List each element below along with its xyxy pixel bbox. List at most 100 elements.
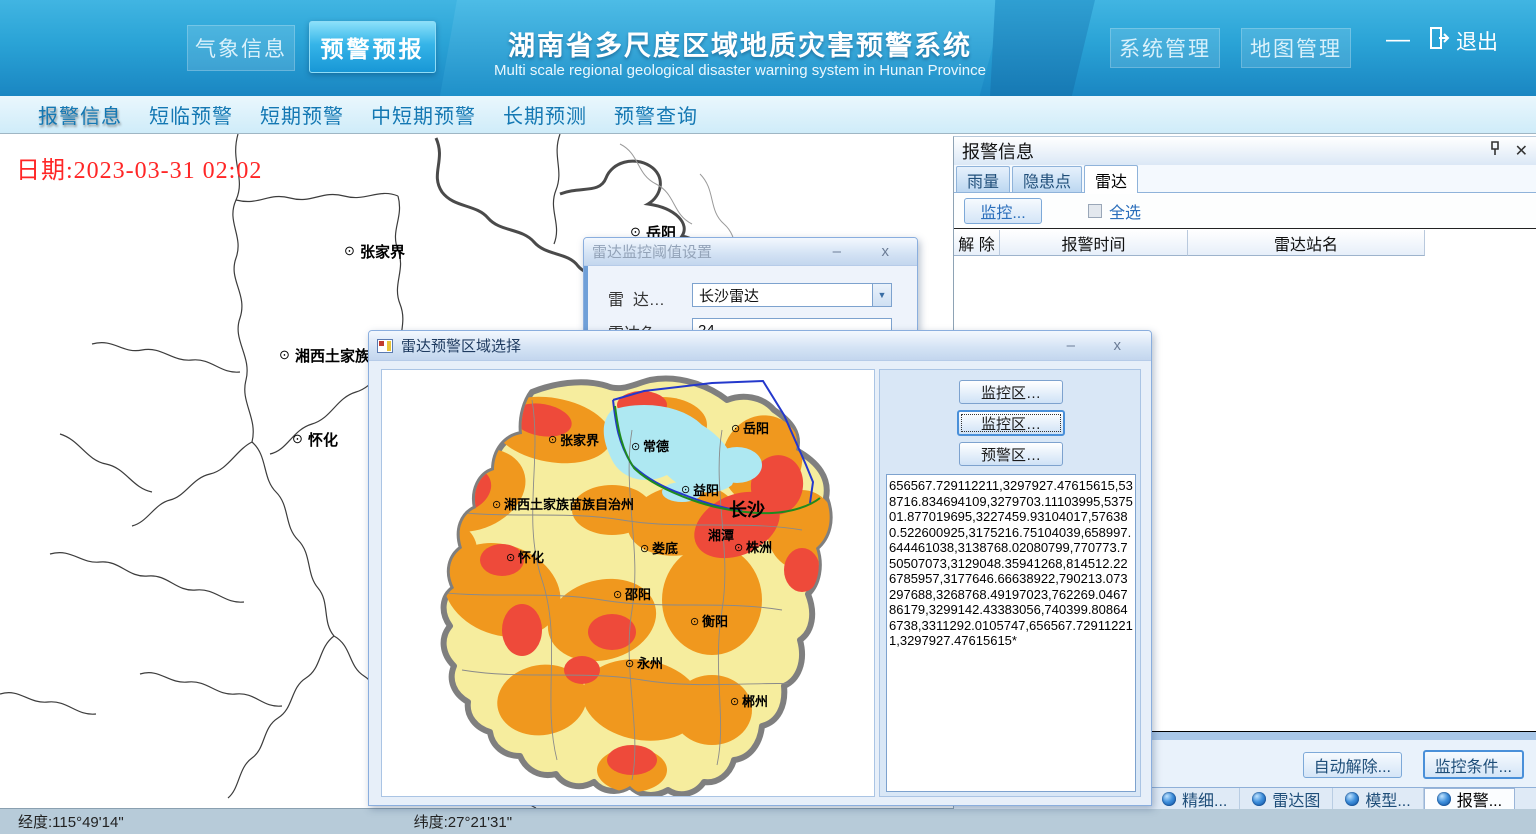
alarm-toolbar: 监控... 全选 xyxy=(954,194,1536,229)
region-coordinates-textarea[interactable]: 656567.729112211,3297927.47615615,538716… xyxy=(886,474,1136,792)
alarm-table-header: 解 除 报警时间 雷达站名 xyxy=(954,230,1536,256)
city-marker: ⊙ xyxy=(548,433,557,446)
app-subtitle: Multi scale regional geological disaster… xyxy=(455,62,1025,79)
dialog-accent-border xyxy=(584,266,588,330)
monitor-button[interactable]: 监控... xyxy=(964,198,1042,224)
warnmap-label-loudi: 娄底 xyxy=(652,538,678,557)
city-label-huaihua: 怀化 xyxy=(308,429,338,450)
city-marker: ⊙ xyxy=(492,498,501,511)
warnmap-label-yueyang: 岳阳 xyxy=(743,418,769,437)
warnmap-label-xiangxi: 湘西土家族苗族自治州 xyxy=(504,494,634,513)
city-marker: ⊙ xyxy=(625,657,634,670)
threshold-dialog-titlebar[interactable]: 雷达监控阈值设置 xyxy=(584,238,917,266)
dialog-close-icon[interactable]: x xyxy=(882,243,890,260)
app-title: 湖南省多尺度区域地质灾害预警系统 xyxy=(455,24,1025,63)
warnmap-label-changde: 常德 xyxy=(643,436,669,455)
tab-radar[interactable]: 雷达 xyxy=(1084,165,1138,193)
system-management-button[interactable]: 系统管理 xyxy=(1110,28,1220,68)
nav-item-alarm-info[interactable]: 报警信息 xyxy=(38,100,122,129)
warnmap-label-changsha: 长沙 xyxy=(729,496,765,522)
bottom-tab-label: 精细... xyxy=(1182,787,1227,811)
exit-label: 退出 xyxy=(1456,26,1498,56)
bottom-tab-fine[interactable]: 精细... xyxy=(1150,788,1240,809)
warnmap-label-huaihua: 怀化 xyxy=(518,547,544,566)
monitor-region-button-2[interactable]: 监控区… xyxy=(957,410,1065,436)
nav-item-longterm-forecast[interactable]: 长期预测 xyxy=(503,100,587,129)
select-all-label: 全选 xyxy=(1109,199,1141,223)
pin-icon[interactable] xyxy=(1489,141,1501,161)
globe-icon xyxy=(1252,792,1266,806)
dialog-minimize-icon[interactable]: – xyxy=(833,243,841,260)
globe-icon xyxy=(1345,792,1359,806)
city-marker: ⊙ xyxy=(613,588,622,601)
city-marker: ⊙ xyxy=(292,431,303,447)
alarm-panel-titlebar: 报警信息 xyxy=(954,137,1536,165)
map-management-button[interactable]: 地图管理 xyxy=(1241,28,1351,68)
city-marker: ⊙ xyxy=(640,542,649,555)
warnmap-label-chenzhou: 郴州 xyxy=(742,691,768,710)
radar-field-label: 雷 达… xyxy=(608,286,665,310)
column-radar-station[interactable]: 雷达站名 xyxy=(1188,230,1425,256)
warning-region-button[interactable]: 预警区… xyxy=(959,442,1063,466)
city-marker: ⊙ xyxy=(631,440,640,453)
status-bar: 经度:115°49'14" 纬度:27°21'31" xyxy=(0,808,1536,834)
threshold-dialog-title: 雷达监控阈值设置 xyxy=(592,241,712,262)
radar-region-dialog: 雷达预警区域选择 – x xyxy=(368,330,1152,806)
dialog-close-icon[interactable]: x xyxy=(1114,337,1122,354)
city-marker: ⊙ xyxy=(506,551,515,564)
app-header: 气象信息 预警预报 湖南省多尺度区域地质灾害预警系统 Multi scale r… xyxy=(0,0,1536,96)
radar-select-combobox[interactable]: 长沙雷达 ▼ xyxy=(692,283,892,307)
warnmap-label-zhangjiajie: 张家界 xyxy=(560,430,599,449)
nav-item-nowcast-warning[interactable]: 短临预警 xyxy=(149,100,233,129)
warning-map-panel[interactable]: ⊙ 张家界 ⊙ 常德 ⊙ 岳阳 ⊙ 益阳 长沙 ⊙ 湘西土家族苗族自治州 湘潭 … xyxy=(381,369,875,797)
weather-info-button[interactable]: 气象信息 xyxy=(187,25,295,71)
region-controls-panel: 监控区… 监控区… 预警区… 656567.729112211,3297927.… xyxy=(879,369,1141,797)
auto-release-button[interactable]: 自动解除... xyxy=(1303,752,1402,778)
select-all-checkbox[interactable] xyxy=(1088,204,1102,218)
bottom-tab-label: 报警... xyxy=(1457,787,1502,811)
warnmap-label-hengyang: 衡阳 xyxy=(702,611,728,630)
tab-hazard-points[interactable]: 隐患点 xyxy=(1012,166,1082,192)
map-date-label: 日期:2023-03-31 02:02 xyxy=(16,150,262,185)
minimize-button[interactable]: — xyxy=(1386,26,1410,54)
radar-select-value: 长沙雷达 xyxy=(699,285,872,306)
city-marker: ⊙ xyxy=(734,541,743,554)
city-marker: ⊙ xyxy=(681,483,690,496)
region-dialog-titlebar[interactable]: 雷达预警区域选择 xyxy=(369,331,1151,361)
sub-nav: 报警信息 短临预警 短期预警 中短期预警 长期预测 预警查询 xyxy=(0,96,1536,134)
warning-forecast-button[interactable]: 预警预报 xyxy=(309,21,436,73)
column-release[interactable]: 解 除 xyxy=(954,230,1000,256)
bottom-tab-alarm[interactable]: 报警... xyxy=(1424,788,1515,809)
bottom-tab-model[interactable]: 模型... xyxy=(1333,788,1423,809)
city-label-zhangjiajie: 张家界 xyxy=(360,241,405,262)
longitude-readout: 经度:115°49'14" xyxy=(18,811,124,832)
close-icon[interactable]: ✕ xyxy=(1515,141,1528,161)
city-marker: ⊙ xyxy=(344,243,355,259)
nav-item-shortterm-warning[interactable]: 短期预警 xyxy=(260,100,344,129)
warnmap-label-zhuzhou: 株洲 xyxy=(746,537,772,556)
city-marker: ⊙ xyxy=(731,422,740,435)
dialog-minimize-icon[interactable]: – xyxy=(1067,337,1075,354)
monitor-condition-button[interactable]: 监控条件... xyxy=(1423,750,1524,779)
form-window-icon xyxy=(377,339,393,353)
city-marker: ⊙ xyxy=(730,695,739,708)
column-alarm-time[interactable]: 报警时间 xyxy=(1000,230,1188,256)
bottom-tab-label: 模型... xyxy=(1365,787,1410,811)
nav-item-midterm-warning[interactable]: 中短期预警 xyxy=(371,100,476,129)
alarm-tab-bar: 雨量 隐患点 雷达 xyxy=(954,165,1536,193)
warnmap-label-yiyang: 益阳 xyxy=(693,480,719,499)
latitude-readout: 纬度:27°21'31" xyxy=(414,811,512,832)
bottom-tab-label: 雷达图 xyxy=(1272,787,1320,811)
globe-icon xyxy=(1437,792,1451,806)
bottom-tab-radar-image[interactable]: 雷达图 xyxy=(1240,788,1333,809)
region-dialog-title: 雷达预警区域选择 xyxy=(401,335,521,356)
nav-item-warning-query[interactable]: 预警查询 xyxy=(614,100,698,129)
tab-rainfall[interactable]: 雨量 xyxy=(956,166,1010,192)
monitor-region-button-1[interactable]: 监控区… xyxy=(959,380,1063,404)
exit-button[interactable]: 退出 xyxy=(1428,26,1498,56)
city-marker: ⊙ xyxy=(279,347,290,363)
warnmap-label-xiangtan: 湘潭 xyxy=(708,525,734,544)
chevron-down-icon[interactable]: ▼ xyxy=(872,284,891,306)
globe-icon xyxy=(1162,792,1176,806)
radar-threshold-dialog: 雷达监控阈值设置 – x 雷 达… 长沙雷达 ▼ 雷达色… 24 xyxy=(583,237,918,331)
